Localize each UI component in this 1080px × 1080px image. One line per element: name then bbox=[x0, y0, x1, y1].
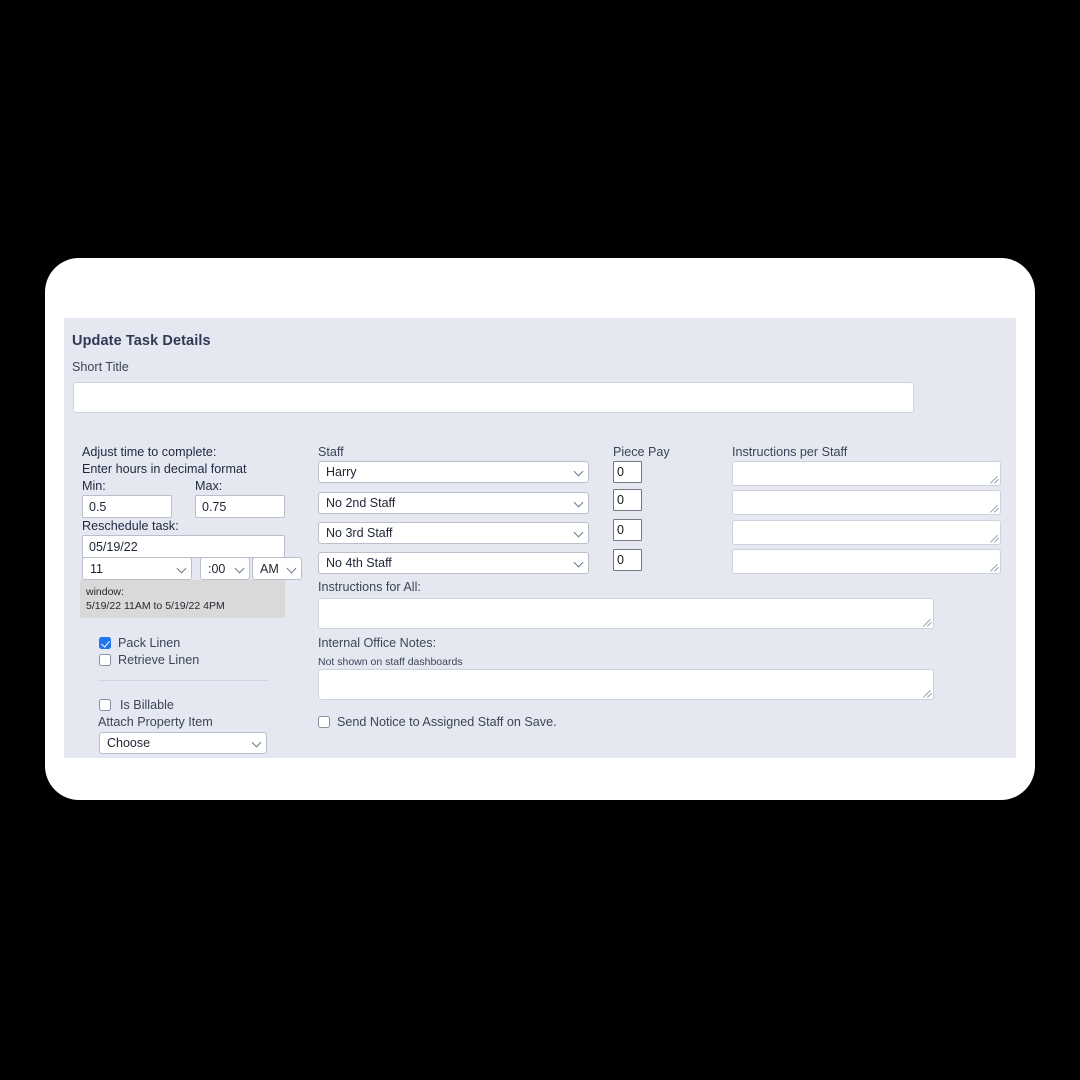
internal-office-notes-textarea[interactable] bbox=[318, 669, 934, 700]
pack-linen-checkbox[interactable] bbox=[99, 637, 111, 649]
staff-select-1-value: Harry bbox=[326, 465, 357, 479]
window-value: 5/19/22 11AM to 5/19/22 4PM bbox=[86, 600, 225, 612]
instructions-per-staff-column-header: Instructions per Staff bbox=[732, 445, 848, 459]
internal-office-notes-sublabel: Not shown on staff dashboards bbox=[318, 656, 463, 668]
min-hours-input[interactable] bbox=[82, 495, 172, 518]
chevron-down-icon bbox=[176, 563, 187, 573]
pack-linen-label: Pack Linen bbox=[118, 636, 181, 650]
instructions-per-staff-textarea-3[interactable] bbox=[732, 520, 1001, 545]
instructions-for-all-label: Instructions for All: bbox=[318, 580, 421, 594]
staff-select-2-value: No 2nd Staff bbox=[326, 496, 396, 510]
staff-select-3-value: No 3rd Staff bbox=[326, 526, 393, 540]
staff-select-4-value: No 4th Staff bbox=[326, 556, 392, 570]
section-divider bbox=[98, 680, 268, 681]
staff-select-1[interactable]: Harry bbox=[318, 461, 589, 483]
decimal-format-hint: Enter hours in decimal format bbox=[82, 462, 247, 476]
ampm-select[interactable]: AM bbox=[252, 557, 302, 580]
is-billable-label: Is Billable bbox=[120, 698, 174, 712]
instructions-per-staff-textarea-1[interactable] bbox=[732, 461, 1001, 486]
max-hours-input[interactable] bbox=[195, 495, 285, 518]
chevron-down-icon bbox=[286, 563, 297, 573]
retrieve-linen-checkbox[interactable] bbox=[99, 654, 111, 666]
piece-pay-input-4[interactable] bbox=[613, 549, 642, 571]
max-label: Max: bbox=[195, 479, 223, 493]
staff-select-2[interactable]: No 2nd Staff bbox=[318, 492, 589, 514]
attach-property-item-select[interactable]: Choose bbox=[99, 732, 267, 754]
attach-property-item-label: Attach Property Item bbox=[98, 715, 213, 729]
chevron-down-icon bbox=[573, 557, 584, 568]
is-billable-checkbox[interactable] bbox=[99, 699, 111, 711]
chevron-down-icon bbox=[251, 737, 262, 748]
chevron-down-icon bbox=[573, 466, 584, 477]
adjust-time-label: Adjust time to complete: bbox=[82, 445, 217, 459]
reschedule-task-label: Reschedule task: bbox=[82, 519, 179, 533]
piece-pay-input-2[interactable] bbox=[613, 489, 642, 511]
minute-select-value: :00 bbox=[208, 561, 226, 576]
chevron-down-icon bbox=[573, 497, 584, 508]
reschedule-date-input[interactable] bbox=[82, 535, 285, 558]
retrieve-linen-label: Retrieve Linen bbox=[118, 653, 200, 667]
piece-pay-column-header: Piece Pay bbox=[613, 445, 670, 459]
send-notice-checkbox[interactable] bbox=[318, 716, 330, 728]
piece-pay-input-3[interactable] bbox=[613, 519, 642, 541]
page-title: Update Task Details bbox=[72, 333, 211, 349]
piece-pay-input-1[interactable] bbox=[613, 461, 642, 483]
short-title-input[interactable] bbox=[73, 382, 914, 413]
chevron-down-icon bbox=[573, 527, 584, 538]
minute-select[interactable]: :00 bbox=[200, 557, 250, 580]
window-label: window: bbox=[86, 586, 124, 598]
staff-select-4[interactable]: No 4th Staff bbox=[318, 552, 589, 574]
hour-select-value: 11 bbox=[90, 561, 103, 576]
schedule-window-hint: window: 5/19/22 11AM to 5/19/22 4PM bbox=[80, 580, 285, 618]
instructions-per-staff-textarea-2[interactable] bbox=[732, 490, 1001, 515]
internal-office-notes-label: Internal Office Notes: bbox=[318, 636, 437, 650]
send-notice-label: Send Notice to Assigned Staff on Save. bbox=[337, 715, 557, 729]
staff-column-header: Staff bbox=[318, 445, 344, 459]
chevron-down-icon bbox=[234, 563, 245, 573]
instructions-per-staff-textarea-4[interactable] bbox=[732, 549, 1001, 574]
attach-property-item-value: Choose bbox=[107, 736, 151, 750]
ampm-select-value: AM bbox=[260, 561, 279, 576]
short-title-label: Short Title bbox=[72, 360, 129, 374]
instructions-for-all-textarea[interactable] bbox=[318, 598, 934, 629]
hour-select[interactable]: 11 bbox=[82, 557, 192, 580]
staff-select-3[interactable]: No 3rd Staff bbox=[318, 522, 589, 544]
min-label: Min: bbox=[82, 479, 106, 493]
